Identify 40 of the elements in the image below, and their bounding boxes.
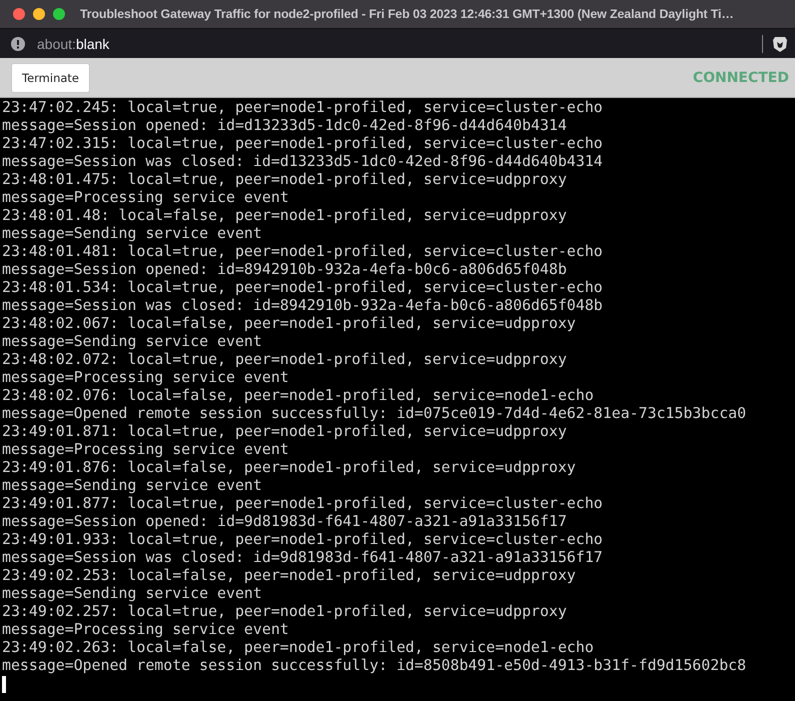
log-line: 23:47:02.315: local=true, peer=node1-profiled, service=cluster-echo [2,134,604,152]
log-line: message=Sending service event [2,332,263,350]
log-line: message=Opened remote session successfully: id=8508b491-e50d-4913-b31f-fd9d15602bc8 [2,656,748,674]
minimize-button[interactable] [33,8,45,20]
terminate-button[interactable]: Terminate [11,62,90,92]
log-line: 23:49:01.876: local=false, peer=node1-profiled, service=udpproxy [2,458,577,476]
log-line: 23:49:02.263: local=false, peer=node1-profiled, service=node1-echo [2,638,595,656]
terminal-cursor [2,676,6,693]
connection-status: CONNECTED [692,70,789,86]
log-line: message=Sending service event [2,476,263,494]
log-line: message=Opened remote session successfully: id=075ce019-7d4d-4e62-81ea-73c15b3bcca0 [2,404,748,422]
log-line: message=Processing service event [2,440,290,458]
log-line: message=Processing service event [2,188,290,206]
log-line: 23:48:01.48: local=false, peer=node1-profiled, service=udpproxy [2,206,568,224]
log-line: 23:49:02.257: local=true, peer=node1-profiled, service=udpproxy [2,602,568,620]
log-line: 23:48:02.076: local=false, peer=node1-profiled, service=node1-echo [2,386,595,404]
close-button[interactable] [13,8,25,20]
log-line: 23:49:02.253: local=false, peer=node1-profiled, service=udpproxy [2,566,577,584]
log-line: message=Session was closed: id=8942910b-932a-4efa-b0c6-a806d65f048b [2,296,604,314]
log-line: 23:48:01.481: local=true, peer=node1-profiled, service=cluster-echo [2,242,604,260]
window-title: Troubleshoot Gateway Traffic for node2-profiled - Fri Feb 03 2023 12:46:31 GMT+1300 (New Zealand Daylight Ti… [80,7,734,21]
log-line: 23:49:01.871: local=true, peer=node1-profiled, service=udpproxy [2,422,568,440]
info-icon[interactable] [11,36,25,50]
log-line: 23:48:02.072: local=true, peer=node1-profiled, service=udpproxy [2,350,568,368]
log-line: message=Processing service event [2,368,290,386]
log-line: 23:49:01.877: local=true, peer=node1-profiled, service=cluster-echo [2,494,604,512]
zoom-button[interactable] [53,8,65,20]
log-line: 23:48:01.475: local=true, peer=node1-profiled, service=udpproxy [2,170,568,188]
log-line: 23:48:01.534: local=true, peer=node1-profiled, service=cluster-echo [2,278,604,296]
log-line: message=Sending service event [2,224,263,242]
log-line: message=Sending service event [2,584,263,602]
log-line: 23:48:02.067: local=false, peer=node1-profiled, service=udpproxy [2,314,577,332]
log-line: message=Session opened: id=8942910b-932a-4efa-b0c6-a806d65f048b [2,260,568,278]
log-line: message=Session was closed: id=9d81983d-f641-4807-a321-a91a33156f17 [2,548,604,566]
log-line: 23:47:02.245: local=true, peer=node1-profiled, service=cluster-echo [2,98,604,116]
log-line: 23:49:01.933: local=true, peer=node1-profiled, service=cluster-echo [2,530,604,548]
log-line: message=Session was closed: id=d13233d5-1dc0-42ed-8f96-d44d640b4314 [2,152,604,170]
log-line: message=Session opened: id=9d81983d-f641-4807-a321-a91a33156f17 [2,512,568,530]
log-line: message=Processing service event [2,620,290,638]
log-line: message=Session opened: id=d13233d5-1dc0-42ed-8f96-d44d640b4314 [2,116,568,134]
